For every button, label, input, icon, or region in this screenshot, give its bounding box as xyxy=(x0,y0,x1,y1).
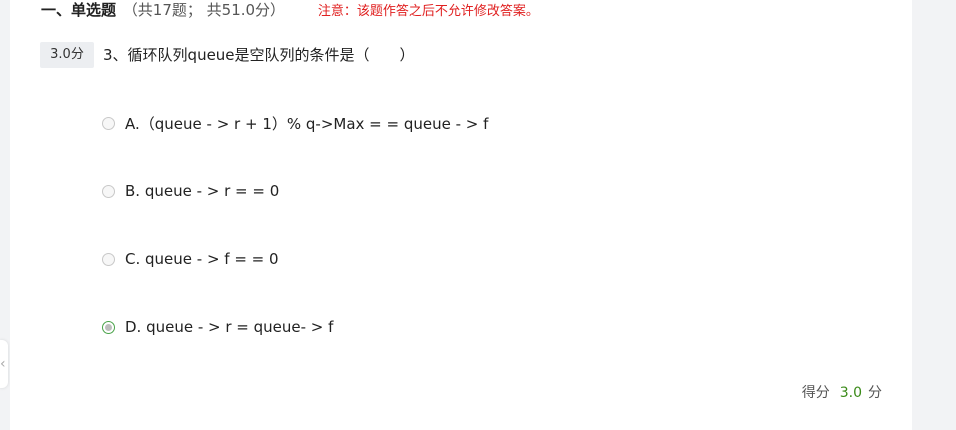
option-d-label: D. queue - > r = queue- > f xyxy=(125,318,334,336)
score-value: 3.0 xyxy=(839,385,862,401)
page: ‹ 一、单选题 （共17题； 共51.0分） 注意：该题作答之后不允许修改答案。… xyxy=(0,0,956,430)
option-b[interactable]: B. queue - > r = = 0 xyxy=(102,180,279,202)
option-a[interactable]: A.（queue - > r + 1）% q->Max = = queue - … xyxy=(102,112,488,134)
option-b-label: B. queue - > r = = 0 xyxy=(125,182,280,200)
score-unit: 分 xyxy=(868,385,882,401)
option-c-label: C. queue - > f = = 0 xyxy=(125,250,279,268)
option-c[interactable]: C. queue - > f = = 0 xyxy=(102,248,279,270)
radio-checked-icon[interactable] xyxy=(102,320,115,334)
radio-icon[interactable] xyxy=(102,184,115,198)
question-text: 3、循环队列queue是空队列的条件是（ ） xyxy=(103,46,415,64)
chevron-left-icon: ‹ xyxy=(0,356,6,372)
score-result: 得分 3.0 分 xyxy=(802,382,882,402)
option-d[interactable]: D. queue - > r = queue- > f xyxy=(102,316,333,338)
question-score-tag: 3.0分 xyxy=(40,42,94,68)
radio-icon[interactable] xyxy=(102,252,115,266)
radio-icon[interactable] xyxy=(102,116,115,130)
option-a-label: A.（queue - > r + 1）% q->Max = = queue - … xyxy=(125,114,489,133)
collapse-tab[interactable]: ‹ xyxy=(0,340,8,388)
question-card: 一、单选题 （共17题； 共51.0分） 注意：该题作答之后不允许修改答案。 3… xyxy=(10,0,912,430)
section-title: 一、单选题 xyxy=(41,1,117,19)
section-meta: （共17题； 共51.0分） xyxy=(122,1,286,19)
notice-text: 注意：该题作答之后不允许修改答案。 xyxy=(317,4,539,19)
score-label: 得分 xyxy=(801,385,830,401)
section-header: 一、单选题 （共17题； 共51.0分） 注意：该题作答之后不允许修改答案。 xyxy=(41,0,539,20)
